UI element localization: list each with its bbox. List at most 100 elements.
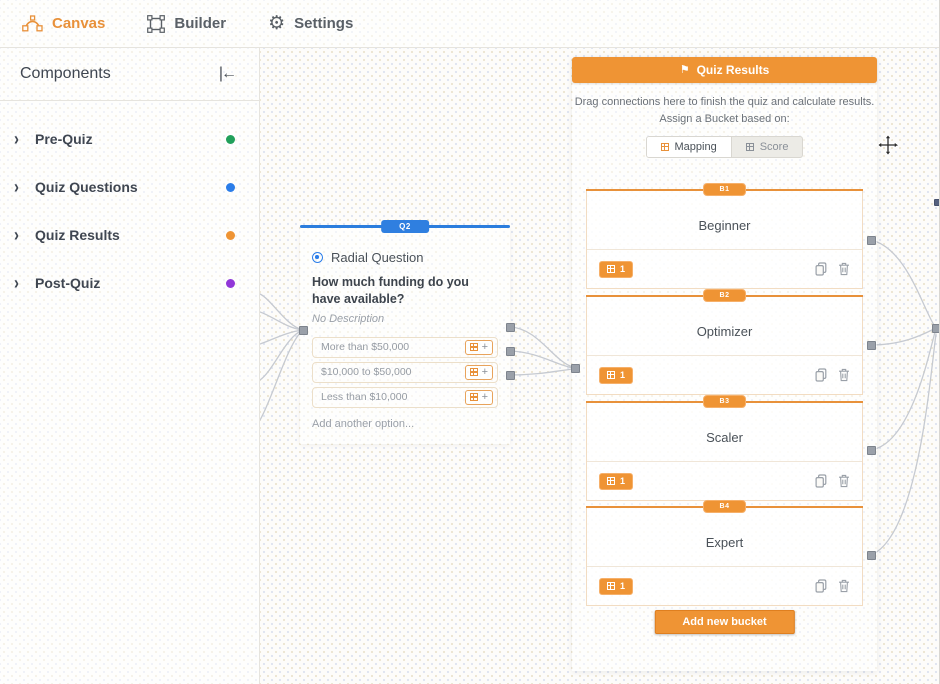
quiz-builder-app: Canvas Builder ⚙ Settings Components |← … [0,0,940,684]
offscreen-node-handle[interactable] [934,199,939,206]
tab-settings[interactable]: ⚙ Settings [268,14,353,33]
tab-builder-label: Builder [174,15,227,32]
quiz-results-node[interactable]: ⚑ Quiz Results Drag connections here to … [572,57,877,671]
option-label: $10,000 to $50,000 [321,366,412,379]
bucket-footer: 1 [587,249,862,288]
sidebar-item-quiz-questions[interactable]: › Quiz Questions [0,163,259,211]
bucket-output-handle[interactable] [866,445,876,455]
sidebar-title: Components [20,65,111,82]
question-description: No Description [312,312,385,325]
mapping-count-badge[interactable]: 1 [599,472,634,490]
flag-icon: ⚑ [679,63,690,76]
sidebar-item-label: Quiz Questions [35,179,138,195]
bucket-mode-switch: Mapping Score [645,136,804,158]
flow-canvas[interactable]: Q2 Radial Question How much funding do y… [260,48,939,684]
option-row[interactable]: More than $50,000 + [312,336,498,358]
instruction-line-1: Drag connections here to finish the quiz… [574,96,875,108]
option-label: More than $50,000 [321,341,410,354]
question-badge: Q2 [381,220,429,233]
bucket-badge: B2 [702,289,747,302]
option-row[interactable]: $10,000 to $50,000 + [312,361,498,383]
bucket-name: Expert [705,535,744,550]
mapping-count-badge[interactable]: 1 [599,366,634,384]
question-node-top-bar: Q2 [300,220,510,233]
mapping-count-value: 1 [620,370,626,380]
score-icon [745,143,754,151]
duplicate-bucket-icon[interactable] [815,474,827,488]
delete-bucket-icon[interactable] [838,368,850,382]
option-output-handle[interactable] [505,370,515,380]
delete-bucket-icon[interactable] [838,579,850,593]
bucket-footer: 1 [587,461,862,500]
mapping-count-value: 1 [620,476,626,486]
sidebar-item-label: Quiz Results [35,227,120,243]
duplicate-bucket-icon[interactable] [815,368,827,382]
mapping-icon [469,393,478,402]
mapping-icon [469,343,478,352]
bucket-name: Beginner [698,218,751,233]
bucket-output-handle[interactable] [866,235,876,245]
post-quiz-color-dot [226,278,235,288]
delete-bucket-icon[interactable] [838,474,850,488]
question-type-label: Radial Question [331,250,424,265]
quiz-results-header[interactable]: ⚑ Quiz Results [572,57,877,83]
bucket-name: Scaler [706,430,743,445]
results-instructions: Drag connections here to finish the quiz… [572,94,877,127]
mapping-icon [469,368,478,377]
duplicate-bucket-icon[interactable] [815,262,827,276]
mapping-count-value: 1 [620,264,626,274]
chevron-right-icon: › [14,176,19,198]
mapping-count-icon [607,371,615,379]
option-map-button[interactable]: + [464,364,493,380]
sidebar-item-label: Post-Quiz [35,275,101,291]
bucket-name: Optimizer [696,324,753,339]
mapping-count-badge[interactable]: 1 [599,577,634,595]
delete-bucket-icon[interactable] [838,262,850,276]
mapping-count-icon [607,582,615,590]
bucket-output-handle[interactable] [866,340,876,350]
results-input-handle[interactable] [570,363,580,373]
add-option-button[interactable]: Add another option... [312,418,498,430]
tab-builder[interactable]: Builder [147,14,227,33]
option-map-button[interactable]: + [464,339,493,355]
tab-canvas[interactable]: Canvas [22,15,105,32]
mode-tab-mapping[interactable]: Mapping [646,137,732,157]
option-output-handle[interactable] [505,322,515,332]
add-new-bucket-button[interactable]: Add new bucket [654,610,795,634]
bucket-card-beginner[interactable]: B1 Beginner 1 [586,183,863,289]
gear-icon: ⚙ [268,13,286,34]
bucket-output-handle[interactable] [866,550,876,560]
option-output-handle[interactable] [505,346,515,356]
quiz-questions-color-dot [226,182,235,192]
bucket-card-scaler[interactable]: B3 Scaler 1 [586,395,863,501]
bucket-card-expert[interactable]: B4 Expert 1 [586,500,863,606]
collapse-sidebar-icon[interactable]: |← [219,65,237,83]
chevron-right-icon: › [14,272,19,294]
duplicate-bucket-icon[interactable] [815,579,827,593]
bucket-footer: 1 [587,566,862,605]
sidebar-item-quiz-results[interactable]: › Quiz Results [0,211,259,259]
sidebar-item-pre-quiz[interactable]: › Pre-Quiz [0,115,259,163]
mapping-icon [660,143,669,151]
transform-icon [147,14,166,33]
plus-icon: + [481,365,488,378]
quiz-results-title: Quiz Results [696,63,770,77]
question-node[interactable]: Q2 Radial Question How much funding do y… [300,220,510,444]
question-input-handle[interactable] [298,325,308,335]
quiz-results-color-dot [226,230,235,240]
mode-tab-score[interactable]: Score [732,137,803,157]
post-quiz-input-handle[interactable] [931,323,939,333]
mapping-count-badge[interactable]: 1 [599,260,634,278]
sidebar-header: Components |← [0,48,259,101]
vector-curve-icon [22,15,43,32]
tab-canvas-label: Canvas [52,15,106,32]
question-type-row: Radial Question [312,250,498,265]
sidebar-item-post-quiz[interactable]: › Post-Quiz [0,259,259,307]
chevron-right-icon: › [14,128,19,150]
option-row[interactable]: Less than $10,000 + [312,386,498,408]
mapping-count-value: 1 [620,581,626,591]
option-map-button[interactable]: + [464,389,493,405]
bucket-card-optimizer[interactable]: B2 Optimizer 1 [586,289,863,395]
question-node-body: Radial Question How much funding do you … [300,228,510,444]
top-nav: Canvas Builder ⚙ Settings [0,0,939,48]
